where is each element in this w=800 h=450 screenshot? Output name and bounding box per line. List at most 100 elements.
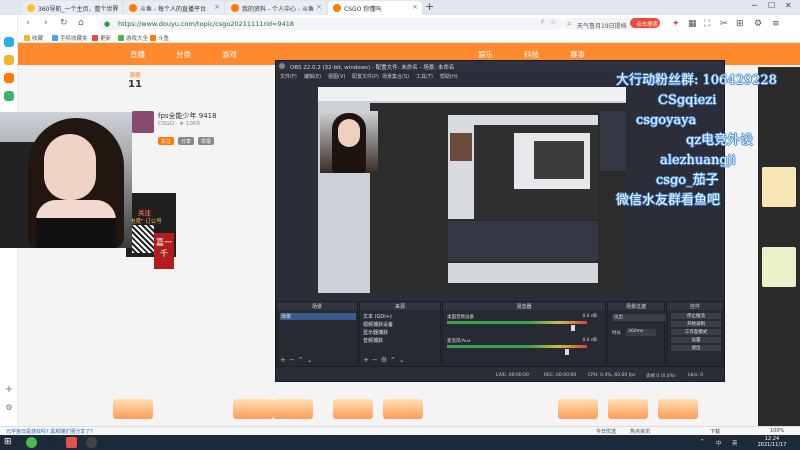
gift-item[interactable]: [233, 399, 273, 419]
tab-csgo[interactable]: CSGO 你懂吗 ×: [328, 1, 422, 15]
exit-button[interactable]: 退出: [671, 345, 721, 351]
obs-menu-item[interactable]: 配置文件(P): [352, 73, 379, 80]
settings-button[interactable]: 设置: [671, 337, 721, 343]
star-icon[interactable]: ☆: [550, 18, 556, 26]
obs-menu-item[interactable]: 文件(F): [280, 73, 297, 80]
tab-close-icon[interactable]: ×: [316, 3, 322, 11]
promo-card[interactable]: [762, 247, 796, 287]
extension-icon[interactable]: ✦: [672, 19, 680, 29]
sidebar-settings-icon[interactable]: ⚙: [4, 403, 14, 413]
bookmark-item[interactable]: 斗鱼: [150, 34, 169, 42]
status-news-link[interactable]: 元宇宙日是游戏吗? 黑和赚扩圈分享了?: [6, 428, 93, 435]
nav-item[interactable]: 分类: [176, 49, 191, 60]
volume-slider[interactable]: [565, 349, 569, 355]
bolt-icon[interactable]: ⚡: [540, 18, 545, 26]
status-item[interactable]: 下载: [710, 428, 720, 435]
tab-profile[interactable]: 我的资料 - 个人中心 - 斗鱼 ×: [226, 1, 326, 15]
report-button[interactable]: 举报: [198, 137, 215, 145]
source-item[interactable]: 视频捕获设备: [363, 321, 393, 328]
gift-item[interactable]: [273, 399, 313, 419]
sidebar-app-icon[interactable]: [4, 91, 14, 101]
sidebar-app-icon[interactable]: [4, 37, 14, 47]
tab-close-icon[interactable]: ×: [112, 3, 118, 11]
obs-menu-item[interactable]: 工具(T): [416, 73, 433, 80]
maximize-button[interactable]: ☐: [768, 1, 775, 10]
source-item[interactable]: 文本 (GDI+): [363, 313, 392, 320]
windows-start-icon[interactable]: ⊞: [4, 438, 12, 447]
nav-item[interactable]: 赛事: [570, 49, 585, 60]
avatar[interactable]: [132, 111, 154, 133]
status-item[interactable]: 今日优选: [596, 428, 616, 435]
new-tab-button[interactable]: +: [425, 1, 434, 13]
zoom-level[interactable]: 100%: [770, 428, 784, 434]
obs-menu-item[interactable]: 帮助(H): [440, 73, 458, 80]
obs-icon[interactable]: [86, 437, 97, 448]
start-recording-button[interactable]: 开始录制: [671, 321, 721, 327]
obs-menu-item[interactable]: 场景集合(S): [382, 73, 409, 80]
obs-menu-item[interactable]: 编辑(E): [304, 73, 321, 80]
bookmark-item[interactable]: 更新: [92, 34, 111, 42]
share-button[interactable]: 分享: [178, 137, 195, 145]
gift-item[interactable]: [333, 399, 373, 419]
gift-item[interactable]: [383, 399, 423, 419]
search-button[interactable]: 点击搜索: [630, 18, 660, 28]
promo-card[interactable]: [762, 167, 796, 207]
streamer-name[interactable]: fps全能少年 9418: [158, 111, 217, 121]
tab-close-icon[interactable]: ×: [214, 3, 220, 11]
sidebar-add-icon[interactable]: +: [4, 385, 14, 395]
nav-item[interactable]: 科技: [524, 49, 539, 60]
studio-mode-button[interactable]: 工作室模式: [671, 329, 721, 335]
volume-slider[interactable]: [571, 325, 575, 331]
ime-indicator[interactable]: 中: [716, 439, 722, 447]
gift-item[interactable]: [558, 399, 598, 419]
follow-button[interactable]: 关注: [158, 137, 175, 145]
minimize-button[interactable]: ─: [752, 1, 757, 10]
source-item[interactable]: 音频捕获: [363, 337, 383, 344]
steam-icon[interactable]: [46, 437, 57, 448]
tab-favicon-icon: [27, 4, 35, 12]
bookmark-item[interactable]: 手机收藏夹: [52, 34, 88, 42]
tray-expand-icon[interactable]: ^: [700, 439, 705, 445]
source-item[interactable]: 显示器捕获: [363, 329, 388, 336]
obs-menu-item[interactable]: 视图(V): [328, 73, 345, 80]
app-icon[interactable]: [66, 437, 77, 448]
sources-toolbar[interactable]: +−⚙⌃⌄: [363, 356, 408, 364]
scenes-toolbar[interactable]: +−⌃⌄: [280, 356, 315, 364]
home-icon[interactable]: ⌂: [78, 18, 84, 28]
taskbar-clock[interactable]: 12:24 2021/11/17: [752, 436, 792, 448]
bookmark-item[interactable]: 收藏: [24, 34, 43, 42]
close-window-button[interactable]: ✕: [785, 1, 792, 10]
tab-360[interactable]: 360导航_一个主页，整个世界 ×: [22, 1, 122, 15]
gear-icon[interactable]: ⚙: [754, 19, 762, 29]
gift-item[interactable]: [608, 399, 648, 419]
address-bar[interactable]: ● https://www.douyu.com/topic/csgo202111…: [98, 18, 563, 30]
sidebar-app-icon[interactable]: [4, 73, 14, 83]
preview-right-panel: [600, 111, 626, 171]
nav-item[interactable]: 游戏: [222, 49, 237, 60]
obs-preview[interactable]: [318, 87, 626, 293]
forward-icon[interactable]: ›: [44, 18, 48, 28]
stop-stream-button[interactable]: 停止推流: [671, 313, 721, 319]
back-icon[interactable]: ‹: [26, 18, 30, 28]
crop-icon[interactable]: ⛶: [704, 19, 710, 29]
grid-icon[interactable]: ▦: [688, 19, 697, 29]
bookmark-item[interactable]: 游戏大全: [118, 34, 148, 42]
status-item[interactable]: 热点资讯: [630, 428, 650, 435]
menu-icon[interactable]: ≡: [772, 19, 780, 29]
sidebar-app-icon[interactable]: [4, 55, 14, 65]
browser-360-icon[interactable]: [26, 437, 37, 448]
rec-time: REC: 00:00:00: [544, 373, 577, 378]
tab-douyu[interactable]: 斗鱼 - 每个人的直播平台 ×: [124, 1, 224, 15]
nav-item[interactable]: 直播: [130, 49, 145, 60]
cut-icon[interactable]: ✂: [720, 19, 728, 29]
nav-item[interactable]: 娱乐: [478, 49, 493, 60]
language-indicator[interactable]: 英: [732, 439, 738, 447]
gift-item[interactable]: [113, 399, 153, 419]
apps-icon[interactable]: ⊞: [736, 19, 744, 29]
gift-item[interactable]: [658, 399, 698, 419]
tab-close-icon[interactable]: ×: [412, 3, 418, 11]
duration-input[interactable]: 300ms: [626, 329, 656, 336]
scene-item[interactable]: 场景: [280, 313, 356, 320]
refresh-icon[interactable]: ↻: [60, 18, 68, 28]
transition-select[interactable]: 淡出: [612, 314, 668, 321]
